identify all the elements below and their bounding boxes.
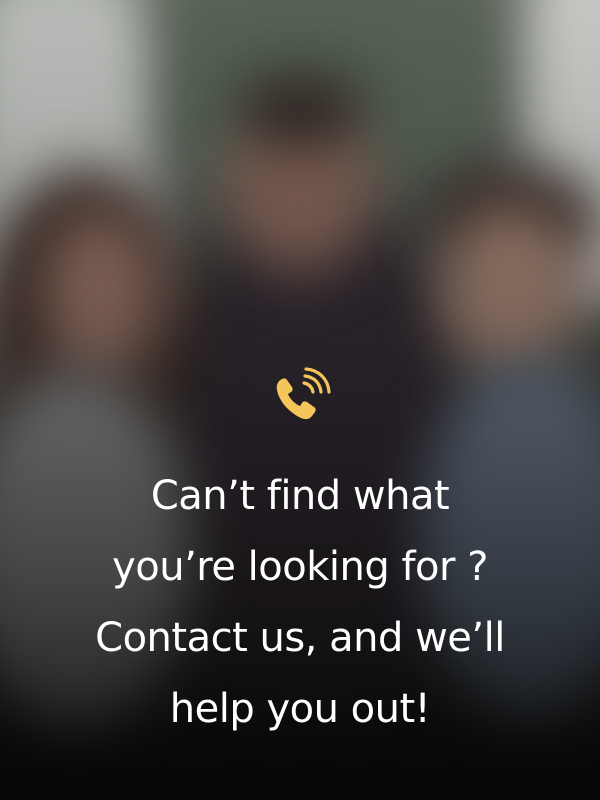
message-line-4: help you out! bbox=[169, 686, 431, 732]
promo-content: Can’t find what you’re looking for ? Con… bbox=[0, 365, 600, 745]
contact-promo-card: Can’t find what you’re looking for ? Con… bbox=[0, 0, 600, 800]
message-line-3: Contact us, and we’ll bbox=[95, 615, 505, 661]
contact-message: Can’t find what you’re looking for ? Con… bbox=[20, 461, 580, 745]
phone-ringing-icon bbox=[276, 367, 331, 420]
message-line-1: Can’t find what bbox=[150, 473, 450, 519]
message-line-2: you’re looking for ? bbox=[112, 544, 488, 590]
